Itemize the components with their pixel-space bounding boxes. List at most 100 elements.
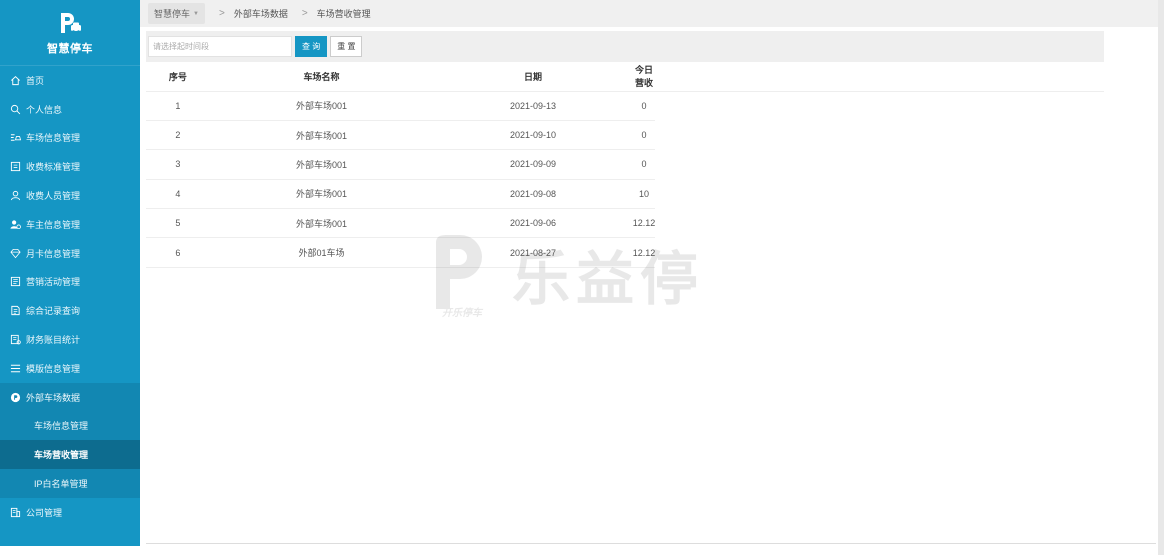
sidebar-subitem-parking-info[interactable]: 车场信息管理 xyxy=(0,412,140,441)
cell-no: 4 xyxy=(146,179,210,210)
column-header-blank xyxy=(655,62,1104,92)
sidebar-item-label: 收费标准管理 xyxy=(26,162,81,173)
sidebar-item-company[interactable]: 公司管理 xyxy=(0,498,140,527)
table-row[interactable]: 1 外部车场001 2021-09-13 0 xyxy=(146,91,1104,121)
app-name: 智慧停车 xyxy=(47,42,93,55)
sidebar-item-finance[interactable]: 财务账目统计 xyxy=(0,325,140,354)
sidebar-item-records[interactable]: 综合记录查询 xyxy=(0,296,140,325)
sidebar-item-profile[interactable]: 个人信息 xyxy=(0,95,140,124)
sidebar-subitem-label: 车场信息管理 xyxy=(34,421,89,432)
cell-blank xyxy=(655,91,1104,120)
sidebar-item-label: 模版信息管理 xyxy=(26,363,81,374)
content-panel: 查 询 重 置 序号 车场名称 日期 今日营收 1 外部车场00 xyxy=(146,31,1104,544)
sidebar-item-label: 个人信息 xyxy=(26,104,63,115)
cell-revenue: 0 xyxy=(632,91,656,121)
sidebar-subitem-ip-whitelist[interactable]: IP白名单管理 xyxy=(0,469,140,498)
menu-icon xyxy=(9,362,21,374)
sidebar-item-marketing[interactable]: 营销活动管理 xyxy=(0,268,140,297)
search-icon xyxy=(9,103,21,115)
parking-car-logo-icon xyxy=(57,10,83,36)
table-row[interactable]: 6 外部01车场 2021-08-27 12.12 xyxy=(146,237,1104,268)
sidebar-menu: 首页 个人信息 车场信息管理 收费标准管理 收费人员管理 车主信息管理 月卡信息… xyxy=(0,66,140,412)
diamond-icon xyxy=(9,247,21,259)
list-icon xyxy=(9,161,21,173)
breadcrumb-home[interactable]: 智慧停车 ▼ xyxy=(148,3,205,24)
table-header-row: 序号 车场名称 日期 今日营收 xyxy=(146,62,1104,92)
sidebar-item-external-parking[interactable]: 外部车场数据 xyxy=(0,382,140,412)
cell-date: 2021-09-08 xyxy=(433,179,633,210)
cell-name: 外部车场001 xyxy=(209,149,434,180)
sidebar-item-monthly-card[interactable]: 月卡信息管理 xyxy=(0,239,140,268)
cell-revenue: 12.12 xyxy=(632,237,656,268)
cell-blank xyxy=(655,209,1104,238)
parking-icon xyxy=(9,132,21,144)
sidebar-item-owner-info[interactable]: 车主信息管理 xyxy=(0,210,140,239)
caret-down-icon: ▼ xyxy=(193,10,199,17)
cell-revenue: 10 xyxy=(632,179,656,210)
table-row[interactable]: 5 外部车场001 2021-09-06 12.12 xyxy=(146,208,1104,239)
column-header-no[interactable]: 序号 xyxy=(146,62,210,92)
table-body: 1 外部车场001 2021-09-13 0 2 外部车场001 2021-09… xyxy=(146,91,1104,268)
sidebar-item-fee-standard[interactable]: 收费标准管理 xyxy=(0,152,140,181)
cell-no: 6 xyxy=(146,237,210,268)
users-icon xyxy=(9,218,21,230)
cell-blank xyxy=(655,150,1104,179)
date-range-input[interactable] xyxy=(148,36,292,57)
cell-revenue: 0 xyxy=(632,120,656,151)
document-icon xyxy=(9,276,21,288)
home-icon xyxy=(9,74,21,86)
sidebar-item-label: 收费人员管理 xyxy=(26,191,81,202)
chevron-right-icon: > xyxy=(301,8,308,19)
sidebar-item-label: 车场信息管理 xyxy=(26,133,81,144)
cell-date: 2021-09-06 xyxy=(433,208,633,239)
breadcrumb: 智慧停车 ▼ > 外部车场数据 > 车场营收管理 xyxy=(140,0,1164,27)
breadcrumb-current: 车场营收管理 xyxy=(316,9,371,19)
building-icon xyxy=(9,506,21,518)
chevron-right-icon: > xyxy=(218,8,225,19)
cell-date: 2021-09-09 xyxy=(433,149,633,180)
sidebar-item-label: 公司管理 xyxy=(26,507,63,518)
cell-date: 2021-09-13 xyxy=(433,91,633,121)
scrollbar-track[interactable] xyxy=(1158,0,1164,555)
sidebar-item-fee-staff[interactable]: 收费人员管理 xyxy=(0,181,140,210)
cell-no: 2 xyxy=(146,120,210,151)
table-row[interactable]: 3 外部车场001 2021-09-09 0 xyxy=(146,149,1104,180)
divider xyxy=(146,543,1156,544)
reset-button[interactable]: 重 置 xyxy=(330,36,363,57)
cell-name: 外部车场001 xyxy=(209,120,434,151)
column-header-name[interactable]: 车场名称 xyxy=(209,62,434,92)
cell-no: 3 xyxy=(146,149,210,180)
cell-revenue: 12.12 xyxy=(632,208,656,239)
user-icon xyxy=(9,190,21,202)
breadcrumb-section[interactable]: 外部车场数据 xyxy=(234,7,288,20)
sidebar-item-label: 外部车场数据 xyxy=(26,392,81,403)
table-row[interactable]: 4 外部车场001 2021-09-08 10 xyxy=(146,179,1104,210)
sidebar-item-parking-info[interactable]: 车场信息管理 xyxy=(0,124,140,153)
search-toolbar: 查 询 重 置 xyxy=(146,31,1104,62)
breadcrumb-home-label: 智慧停车 xyxy=(154,9,191,19)
cell-blank xyxy=(655,179,1104,208)
query-button[interactable]: 查 询 xyxy=(295,36,328,57)
table-row[interactable]: 2 外部车场001 2021-09-10 0 xyxy=(146,120,1104,151)
app-window: 智慧停车 首页 个人信息 车场信息管理 收费标准管理 收费人员管理 车主信息管理… xyxy=(0,0,1164,555)
cell-blank xyxy=(655,238,1104,267)
cell-name: 外部车场001 xyxy=(209,91,434,121)
cell-name: 外部车场001 xyxy=(209,179,434,210)
main-area: 智慧停车 ▼ > 外部车场数据 > 车场营收管理 查 询 重 置 序号 车场名称… xyxy=(140,0,1164,555)
sidebar-item-home[interactable]: 首页 xyxy=(0,66,140,95)
column-header-revenue[interactable]: 今日营收 xyxy=(632,62,656,92)
column-header-date[interactable]: 日期 xyxy=(433,62,633,92)
cell-name: 外部车场001 xyxy=(209,208,434,239)
sidebar-item-label: 车主信息管理 xyxy=(26,219,81,230)
cell-revenue: 0 xyxy=(632,149,656,180)
sidebar-subitem-revenue[interactable]: 车场营收管理 xyxy=(0,440,140,470)
sidebar-item-label: 财务账目统计 xyxy=(26,335,81,346)
sidebar-item-template[interactable]: 模版信息管理 xyxy=(0,354,140,383)
sidebar-item-label: 营销活动管理 xyxy=(26,277,81,288)
finance-icon xyxy=(9,334,21,346)
sidebar-item-label: 月卡信息管理 xyxy=(26,248,81,259)
sidebar-subitem-label: IP白名单管理 xyxy=(34,479,88,490)
cell-no: 5 xyxy=(146,208,210,239)
cell-no: 1 xyxy=(146,91,210,121)
sidebar-subitem-label: 车场营收管理 xyxy=(34,450,89,461)
